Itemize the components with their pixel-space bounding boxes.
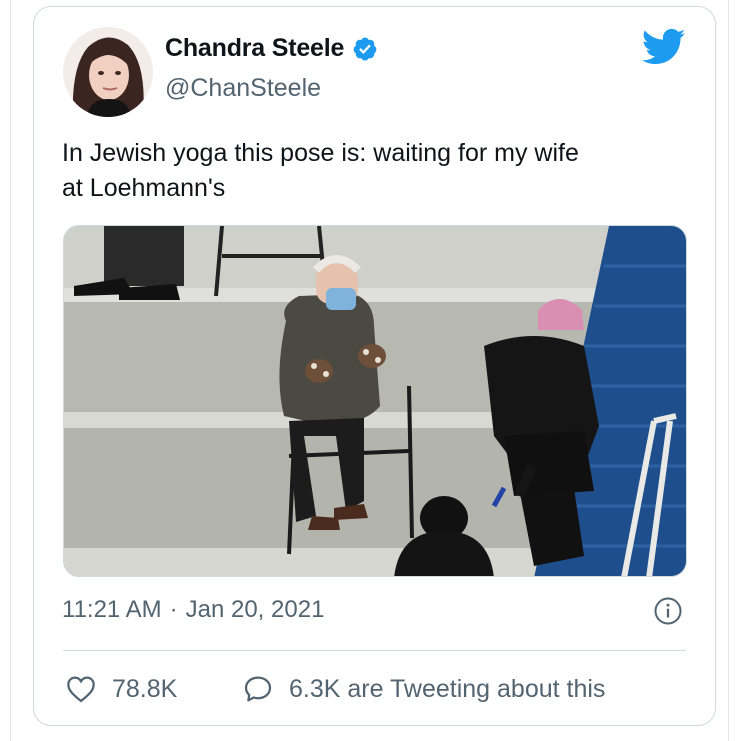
verified-badge-icon <box>353 37 377 60</box>
photo-illustration <box>64 226 686 576</box>
tweet-time[interactable]: 11:21 AM <box>62 596 162 624</box>
tweet-text: In Jewish yoga this pose is: waiting for… <box>62 139 579 202</box>
info-icon[interactable] <box>653 596 683 626</box>
twitter-bird-icon[interactable] <box>642 28 686 66</box>
page-edge-left <box>10 0 11 741</box>
like-button[interactable]: 78.8K <box>64 673 177 705</box>
author-name-row[interactable]: Chandra Steele <box>165 34 378 63</box>
tweet-date[interactable]: Jan 20, 2021 <box>186 596 325 624</box>
author-display-name[interactable]: Chandra Steele <box>165 34 344 63</box>
tweet-timestamp[interactable]: 11:21 AM · Jan 20, 2021 <box>62 596 324 624</box>
timestamp-separator: · <box>169 596 178 623</box>
author-handle[interactable]: @ChanSteele <box>165 74 321 103</box>
tweet-photo[interactable] <box>63 225 687 577</box>
avatar-photo <box>63 27 153 117</box>
like-count: 78.8K <box>112 674 178 703</box>
page-edge-right <box>728 0 729 741</box>
tweeting-about-text: 6.3K are Tweeting about this <box>289 674 606 703</box>
avatar[interactable] <box>63 27 153 117</box>
reply-button[interactable]: 6.3K are Tweeting about this <box>241 673 605 705</box>
heart-icon <box>67 676 95 703</box>
actions-divider <box>63 650 686 651</box>
speech-bubble-icon <box>244 676 272 702</box>
